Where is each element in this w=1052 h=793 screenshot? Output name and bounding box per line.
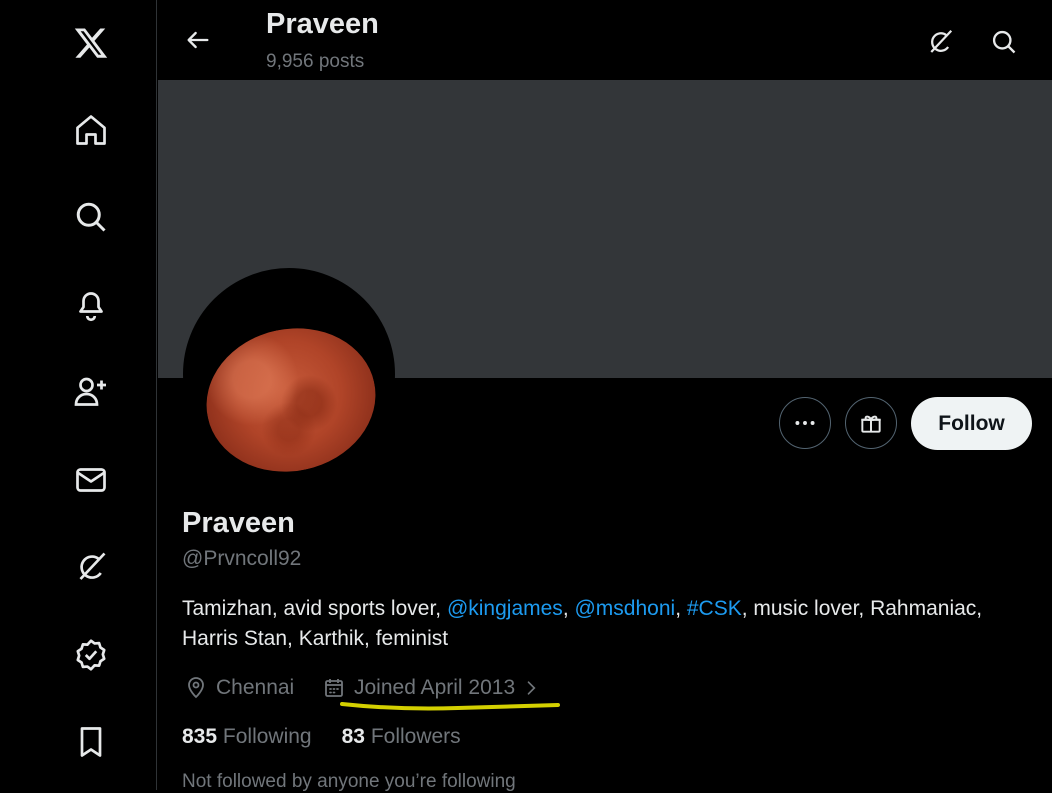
grok-icon[interactable]	[920, 22, 960, 62]
search-icon[interactable]	[68, 194, 114, 240]
verified-icon[interactable]	[68, 632, 114, 678]
gift-button[interactable]	[845, 397, 897, 449]
person-add-icon[interactable]	[68, 368, 114, 414]
moon-image	[193, 312, 389, 477]
following-count: 835	[182, 725, 218, 748]
header-profile-name: Praveen	[266, 8, 379, 40]
location-text: Chennai	[216, 676, 295, 699]
mention-link-kingjames[interactable]: @kingjames	[447, 597, 563, 620]
back-arrow-icon[interactable]	[178, 22, 218, 58]
bio-separator: ,	[675, 597, 687, 620]
follow-button[interactable]: Follow	[911, 397, 1032, 450]
more-dots-icon	[795, 421, 815, 425]
hashtag-link-csk[interactable]: #CSK	[687, 597, 742, 620]
followers-link[interactable]: 83 Followers	[342, 725, 461, 749]
mention-link-msdhoni[interactable]: @msdhoni	[574, 597, 675, 620]
home-icon[interactable]	[68, 107, 114, 153]
profile-bio: Tamizhan, avid sports lover, @kingjames,…	[182, 594, 1002, 654]
grok-icon[interactable]	[68, 544, 114, 590]
search-icon[interactable]	[984, 22, 1024, 62]
profile-name: Praveen	[182, 507, 295, 539]
yellow-underline-annotation	[340, 702, 560, 711]
followers-count: 83	[341, 725, 365, 748]
bio-text: Tamizhan, avid sports lover,	[182, 597, 447, 620]
profile-main: Praveen 9,956 posts Follow Praveen @Prvn…	[158, 0, 1052, 792]
bell-icon[interactable]	[68, 281, 114, 327]
following-label: Following	[222, 725, 312, 748]
x-logo-icon[interactable]	[68, 20, 114, 66]
header-post-count: 9,956 posts	[266, 51, 365, 72]
followers-label: Followers	[370, 725, 461, 748]
location-pin-icon	[188, 677, 204, 699]
profile-handle: @Prvncoll92	[182, 547, 302, 570]
bio-separator: ,	[562, 597, 575, 620]
profile-stats: 835 Following 83 Followers	[182, 725, 491, 749]
profile-location: Chennai	[184, 674, 294, 702]
mail-icon[interactable]	[68, 457, 114, 503]
gift-icon	[861, 415, 881, 433]
bookmark-icon[interactable]	[68, 719, 114, 765]
chevron-right-icon	[527, 681, 536, 695]
more-options-button[interactable]	[779, 397, 831, 449]
sidebar	[0, 0, 157, 790]
profile-header-bar: Praveen 9,956 posts	[158, 0, 1052, 80]
following-link[interactable]: 835 Following	[182, 725, 312, 749]
avatar[interactable]	[183, 268, 395, 480]
